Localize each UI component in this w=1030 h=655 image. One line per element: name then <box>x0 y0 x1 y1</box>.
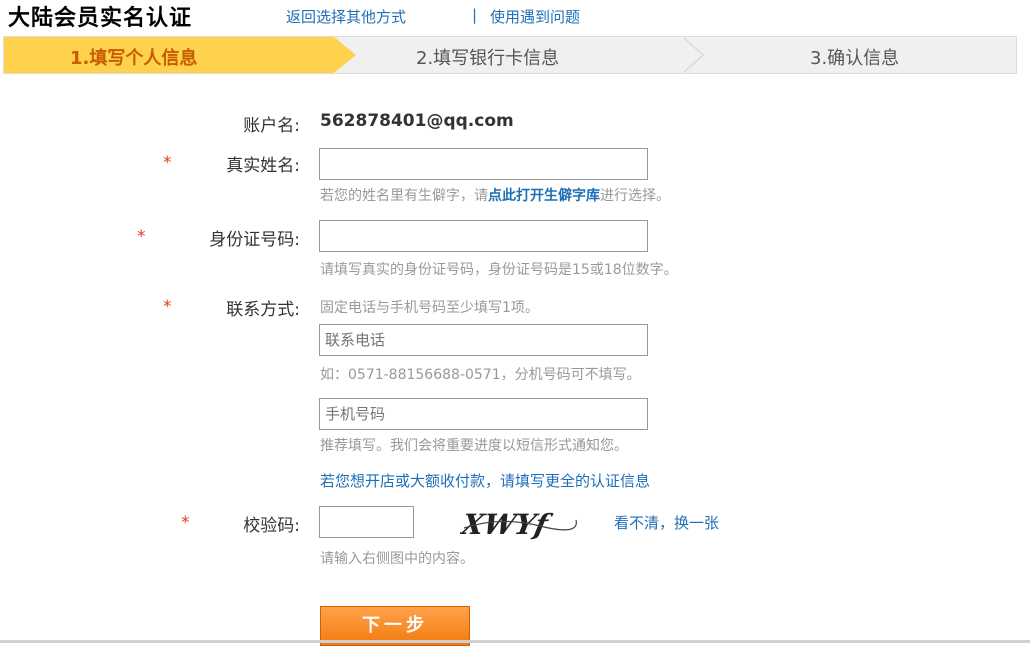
mobile-hint: 推荐填写。我们会将重要进度以短信形式通知您。 <box>320 438 628 454</box>
step-active-arrow <box>334 37 356 73</box>
id-number-label: 身份证号码: <box>209 230 300 250</box>
captcha-field[interactable] <box>319 506 414 538</box>
mobile-input[interactable] <box>320 399 647 429</box>
captcha-image[interactable]: XWYf <box>457 506 578 542</box>
id-number-field[interactable] <box>319 220 648 252</box>
mobile-field[interactable] <box>319 398 648 430</box>
contact-note: 固定电话与手机号码至少填写1项。 <box>320 300 539 316</box>
account-value: 562878401@qq.com <box>320 111 514 131</box>
real-name-hint: 若您的姓名里有生僻字，请点此打开生僻字库进行选择。 <box>320 185 670 205</box>
account-label: 账户名: <box>243 116 300 136</box>
phone-input[interactable] <box>320 325 647 355</box>
id-number-hint: 请填写真实的身份证号码，身份证号码是15或18位数字。 <box>320 262 678 278</box>
captcha-label: 校验码: <box>243 516 300 536</box>
id-number-input[interactable] <box>320 221 647 251</box>
full-verification-link[interactable]: 若您想开店或大额收付款，请填写更全的认证信息 <box>320 470 650 491</box>
step-2-label: 2.填写银行卡信息 <box>416 48 560 69</box>
back-to-methods-link[interactable]: 返回选择其他方式 <box>286 6 406 27</box>
real-name-field[interactable] <box>319 148 648 180</box>
captcha-input[interactable] <box>320 507 413 537</box>
page-title: 大陆会员实名认证 <box>8 6 193 31</box>
real-name-input[interactable] <box>320 149 647 179</box>
step-3-label: 3.确认信息 <box>810 48 900 69</box>
phone-field[interactable] <box>319 324 648 356</box>
header-separator: | <box>472 6 478 24</box>
real-name-hint-suffix: 进行选择。 <box>600 188 670 204</box>
step-divider-arrow-inner <box>682 37 702 73</box>
real-name-hint-prefix: 若您的姓名里有生僻字，请 <box>320 188 488 204</box>
rare-characters-link[interactable]: 点此打开生僻字库 <box>488 188 600 204</box>
captcha-text: XWYf <box>460 507 556 541</box>
contact-label: 联系方式: <box>226 300 300 320</box>
help-link[interactable]: 使用遇到问题 <box>490 6 580 27</box>
captcha-hint: 请输入右侧图中的内容。 <box>320 551 474 567</box>
progress-steps: 1.填写个人信息 2.填写银行卡信息 3.确认信息 <box>3 36 1017 74</box>
required-mark: * <box>137 227 146 247</box>
captcha-image-art: XWYf <box>457 507 577 541</box>
bottom-divider <box>0 640 1030 643</box>
real-name-label: 真实姓名: <box>226 156 300 176</box>
step-1-label: 1.填写个人信息 <box>70 48 198 69</box>
refresh-captcha-link[interactable]: 看不清，换一张 <box>614 512 719 533</box>
phone-hint: 如：0571-88156688-0571，分机号码可不填写。 <box>320 367 641 383</box>
